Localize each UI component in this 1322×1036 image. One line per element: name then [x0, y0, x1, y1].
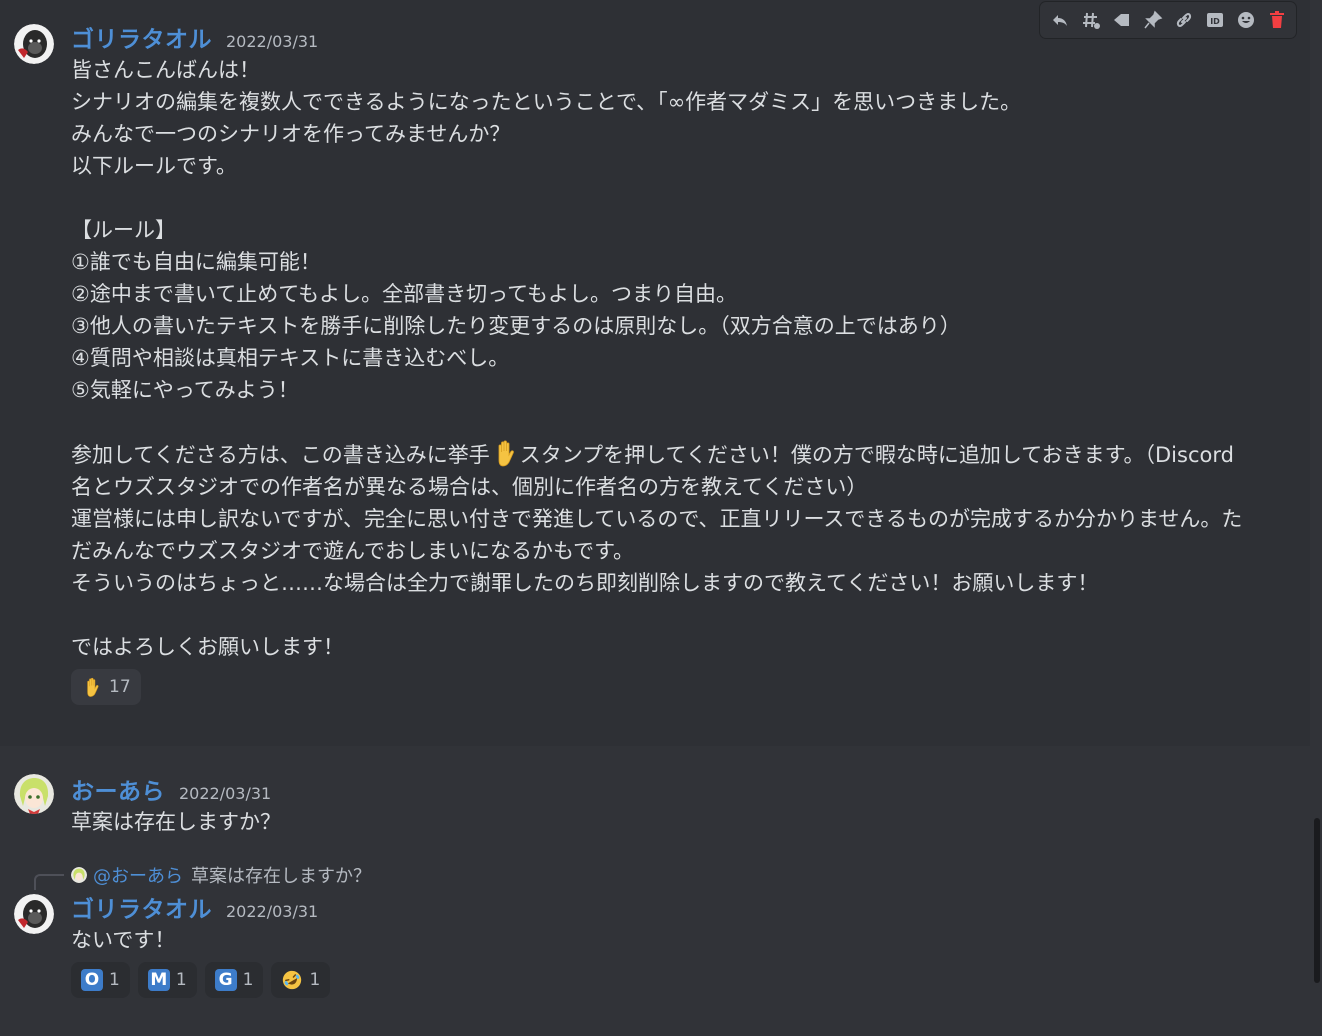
message-header: ゴリラタオル 2022/03/31	[71, 890, 1262, 924]
message-text-join: 参加してくださる方は、この書き込みに挙手	[71, 443, 490, 467]
message-3[interactable]: @おーあら 草案は存在しますか？ ゴリラタオル 2022/03/31 ないです！…	[0, 836, 1322, 998]
pin-button[interactable]	[1139, 6, 1167, 34]
unread-icon	[1113, 14, 1129, 26]
anime-avatar-icon	[14, 774, 54, 814]
copy-id-button[interactable]: ID	[1201, 6, 1229, 34]
avatar-oara[interactable]	[14, 774, 54, 814]
avatar-gorilla[interactable]	[14, 894, 54, 934]
message-content: 皆さんこんばんは！ シナリオの編集を複数人でできるようになったということで、「∞…	[71, 54, 1250, 663]
timestamp: 2022/03/31	[226, 32, 319, 51]
avatar-gorilla[interactable]	[14, 24, 54, 64]
chat-viewport: ID ゴリラタオル 2022/03/31 皆さんこんばんは！ シナリオの編集を複…	[0, 0, 1322, 1036]
reply-reference[interactable]: @おーあら 草案は存在しますか？	[34, 860, 1262, 890]
timestamp: 2022/03/31	[179, 784, 272, 803]
message-toolbar: ID	[1040, 2, 1296, 38]
rolling-laughing-icon	[283, 970, 302, 990]
letter-g-icon: G	[214, 969, 237, 991]
pin-icon	[1143, 10, 1162, 29]
raised-hand-icon	[87, 677, 99, 697]
message-1[interactable]: ID ゴリラタオル 2022/03/31 皆さんこんばんは！ シナリオの編集を複…	[0, 0, 1310, 746]
message-content: ないです！	[71, 928, 176, 952]
reply-spine	[34, 874, 64, 890]
copy-link-button[interactable]	[1170, 6, 1198, 34]
id-icon: ID	[1206, 13, 1223, 27]
add-reaction-icon	[1237, 12, 1254, 28]
gorilla-avatar-icon	[14, 24, 54, 64]
reaction-count: 1	[175, 970, 187, 990]
username[interactable]: ゴリラタオル	[71, 890, 212, 924]
letter-m-icon: M	[147, 969, 170, 991]
thread-icon	[1082, 12, 1100, 29]
raised-hand-icon	[498, 440, 514, 467]
message-header: おーあら 2022/03/31	[71, 772, 1262, 806]
svg-text:ID: ID	[1210, 17, 1220, 26]
message-content: 草案は存在しますか？	[71, 810, 281, 834]
add-reaction-button[interactable]	[1232, 6, 1260, 34]
reactions: 17	[71, 669, 1250, 705]
message-text-rest: 運営様には申し訳ないですが、完全に思い付きで発進しているので、正直リリースできる…	[71, 507, 1243, 659]
message-text-intro: 皆さんこんばんは！ シナリオの編集を複数人でできるようになったということで、「∞…	[71, 58, 1022, 402]
reply-button[interactable]	[1046, 6, 1074, 34]
timestamp: 2022/03/31	[226, 902, 319, 921]
reaction-raised-hand[interactable]: 17	[71, 669, 141, 705]
message-2[interactable]: おーあら 2022/03/31 草案は存在しますか？	[0, 746, 1322, 836]
anime-avatar-icon	[71, 867, 87, 883]
username[interactable]: ゴリラタオル	[71, 20, 212, 54]
delete-button[interactable]	[1263, 6, 1291, 34]
mark-unread-button[interactable]	[1108, 6, 1136, 34]
reply-text: 草案は存在しますか？	[191, 866, 371, 887]
reactions: O 1 M 1 G 1 1	[71, 962, 1262, 998]
gorilla-avatar-icon	[14, 894, 54, 934]
reaction-count: 1	[242, 970, 254, 990]
reaction-rolling-laughing[interactable]: 1	[271, 962, 331, 998]
link-icon	[1176, 12, 1191, 28]
reply-avatar	[71, 867, 87, 883]
reaction-count: 1	[109, 970, 120, 990]
scrollbar-thumb[interactable]	[1314, 818, 1320, 983]
create-thread-button[interactable]	[1077, 6, 1105, 34]
reaction-count: 17	[109, 677, 131, 697]
letter-o-icon: O	[81, 969, 103, 991]
reaction-letter-g[interactable]: G 1	[204, 962, 264, 998]
scrollbar[interactable]	[1312, 0, 1322, 1036]
username[interactable]: おーあら	[71, 772, 165, 806]
reaction-letter-m[interactable]: M 1	[137, 962, 197, 998]
reaction-count: 1	[309, 970, 321, 990]
reaction-letter-o[interactable]: O 1	[71, 962, 130, 998]
delete-icon	[1269, 11, 1284, 28]
reply-icon	[1052, 15, 1067, 26]
reply-username[interactable]: @おーあら	[93, 862, 183, 888]
